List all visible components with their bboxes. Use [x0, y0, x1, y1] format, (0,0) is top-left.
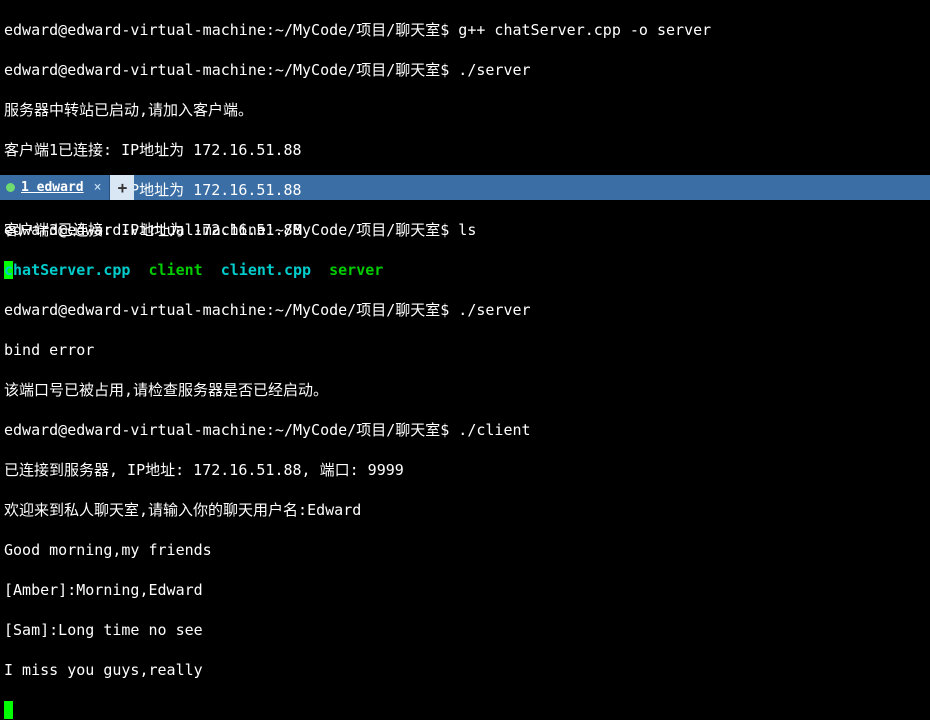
- command-text: ./server: [458, 61, 530, 79]
- terminal-tab[interactable]: 1 edward ×: [0, 175, 110, 200]
- terminal-line: edward@edward-virtual-machine:~/MyCode/项…: [4, 300, 926, 320]
- command-text: g++ chatServer.cpp -o server: [458, 21, 711, 39]
- add-tab-button[interactable]: +: [110, 175, 134, 200]
- terminal-output: 已连接到服务器, IP地址: 172.16.51.88, 端口: 9999: [4, 460, 926, 480]
- terminal-output: 客户端1已连接: IP地址为 172.16.51.88: [4, 140, 926, 160]
- cursor: [4, 701, 13, 719]
- terminal-output: 欢迎来到私人聊天室,请输入你的聊天用户名:Edward: [4, 500, 926, 520]
- status-dot-icon: [6, 183, 15, 192]
- prompt: edward@edward-virtual-machine:~/MyCode/项…: [4, 21, 449, 39]
- prompt: edward@edward-virtual-machine:~/MyCode/项…: [4, 421, 449, 439]
- terminal-output: bind error: [4, 340, 926, 360]
- file-name: chatServer.cpp: [4, 261, 130, 279]
- ls-output: chatServer.cpp client client.cpp server: [4, 260, 926, 280]
- chat-message: Good morning,my friends: [4, 540, 926, 560]
- terminal-line: edward@edward-virtual-machine:~/MyCode/项…: [4, 60, 926, 80]
- terminal-line: edward@edward-virtual-machine:~/MyCode/项…: [4, 220, 926, 240]
- terminal-pane-bottom[interactable]: edward@edward-virtual-machine:~/MyCode/项…: [0, 200, 930, 508]
- prompt: edward@edward-virtual-machine:~/MyCode/项…: [4, 301, 449, 319]
- close-icon[interactable]: ×: [90, 178, 102, 198]
- command-text: ls: [458, 221, 476, 239]
- prompt: edward@edward-virtual-machine:~/MyCode/项…: [4, 61, 449, 79]
- terminal-pane-top[interactable]: edward@edward-virtual-machine:~/MyCode/项…: [0, 0, 930, 175]
- chat-message: [Amber]:Morning,Edward: [4, 580, 926, 600]
- terminal-line: edward@edward-virtual-machine:~/MyCode/项…: [4, 420, 926, 440]
- prompt: edward@edward-virtual-machine:~/MyCode/项…: [4, 221, 449, 239]
- file-name: server: [329, 261, 383, 279]
- tab-title: 1 edward: [21, 178, 84, 198]
- terminal-output: 服务器中转站已启动,请加入客户端。: [4, 100, 926, 120]
- terminal-line: edward@edward-virtual-machine:~/MyCode/项…: [4, 20, 926, 40]
- welcome-text: 欢迎来到私人聊天室,请输入你的聊天用户名:: [4, 501, 307, 519]
- command-text: ./server: [458, 301, 530, 319]
- username-input: Edward: [307, 501, 361, 519]
- chat-message: I miss you guys,really: [4, 660, 926, 680]
- terminal-output: 该端口号已被占用,请检查服务器是否已经启动。: [4, 380, 926, 400]
- command-text: ./client: [458, 421, 530, 439]
- file-name: client: [149, 261, 203, 279]
- file-name: client.cpp: [221, 261, 311, 279]
- plus-icon: +: [118, 178, 128, 198]
- chat-message: [Sam]:Long time no see: [4, 620, 926, 640]
